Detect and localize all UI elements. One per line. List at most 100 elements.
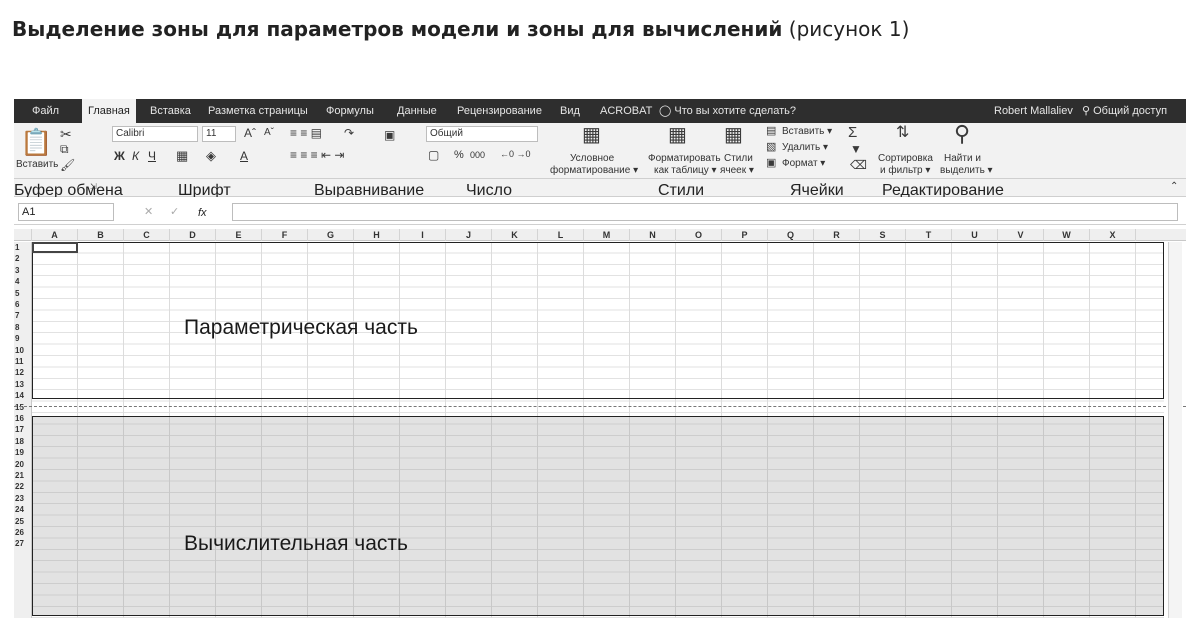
row-header[interactable]: 2 xyxy=(14,253,31,264)
column-header[interactable]: L xyxy=(538,229,584,241)
row-header[interactable]: 5 xyxy=(14,288,31,299)
tell-me-box[interactable]: ◯ Что вы хотите сделать? xyxy=(659,99,796,123)
font-shrink-icon[interactable]: Aˇ xyxy=(264,128,274,138)
row-header[interactable]: 9 xyxy=(14,333,31,344)
paste-button-label[interactable]: Вставить xyxy=(16,159,58,170)
font-size-select[interactable]: 11 xyxy=(202,126,236,142)
find-label-2[interactable]: выделить ▾ xyxy=(940,165,993,176)
format-painter-icon[interactable]: 🖌 xyxy=(60,159,75,171)
paste-icon[interactable]: 📋 xyxy=(20,129,52,155)
row-header[interactable]: 12 xyxy=(14,367,31,378)
row-header[interactable]: 14 xyxy=(14,390,31,401)
column-header[interactable]: V xyxy=(998,229,1044,241)
tab-acrobat[interactable]: ACROBAT xyxy=(600,99,652,123)
sort-label-1[interactable]: Сортировка xyxy=(878,153,933,164)
column-header[interactable]: K xyxy=(492,229,538,241)
row-header[interactable]: 6 xyxy=(14,299,31,310)
percent-button[interactable]: % xyxy=(454,149,464,161)
vertical-scrollbar[interactable] xyxy=(1168,242,1182,618)
column-header[interactable]: O xyxy=(676,229,722,241)
row-header[interactable]: 24 xyxy=(14,504,31,515)
row-header[interactable]: 4 xyxy=(14,276,31,287)
align-icon[interactable]: ≡ ≡ ▤ xyxy=(290,127,322,139)
cell-styles-icon[interactable]: ▦ xyxy=(724,125,743,145)
wrap-text-icon[interactable]: ↷ xyxy=(344,127,354,139)
column-header[interactable]: B xyxy=(78,229,124,241)
cond-format-icon[interactable]: ▦ xyxy=(582,125,601,145)
column-header[interactable]: T xyxy=(906,229,952,241)
autosum-icon[interactable]: Σ xyxy=(848,125,857,140)
insert-cells-button[interactable]: Вставить ▾ xyxy=(782,126,832,137)
font-grow-icon[interactable]: Aˆ xyxy=(244,127,256,139)
format-table-label-1[interactable]: Форматировать xyxy=(648,153,721,164)
collapse-ribbon-icon[interactable]: ⌃ xyxy=(1170,182,1178,192)
borders-icon[interactable]: ▦ xyxy=(176,149,188,162)
row-header[interactable]: 26 xyxy=(14,527,31,538)
column-header[interactable]: F xyxy=(262,229,308,241)
row-header[interactable]: 25 xyxy=(14,516,31,527)
find-icon[interactable]: ⚲ xyxy=(954,123,970,145)
user-name[interactable]: Robert Mallaliev xyxy=(994,99,1073,123)
column-header[interactable]: H xyxy=(354,229,400,241)
formula-input[interactable] xyxy=(232,203,1178,221)
cancel-icon[interactable]: ✕ xyxy=(144,207,153,218)
delete-cells-icon[interactable]: ▧ xyxy=(766,142,776,153)
cond-format-label-1[interactable]: Условное xyxy=(570,153,614,164)
column-header[interactable]: E xyxy=(216,229,262,241)
cell-styles-label-2[interactable]: ячеек ▾ xyxy=(720,165,754,176)
row-header[interactable]: 10 xyxy=(14,345,31,356)
row-header[interactable]: 13 xyxy=(14,379,31,390)
column-header[interactable]: P xyxy=(722,229,768,241)
format-table-icon[interactable]: ▦ xyxy=(668,125,687,145)
find-label-1[interactable]: Найти и xyxy=(944,153,981,164)
format-cells-button[interactable]: Формат ▾ xyxy=(782,158,825,169)
column-header[interactable]: W xyxy=(1044,229,1090,241)
bold-button[interactable]: Ж xyxy=(114,149,125,163)
cut-icon[interactable]: ✂ xyxy=(60,127,72,141)
row-header[interactable]: 17 xyxy=(14,424,31,435)
row-header[interactable]: 21 xyxy=(14,470,31,481)
tab-view[interactable]: Вид xyxy=(560,99,580,123)
row-header[interactable]: 22 xyxy=(14,481,31,492)
column-header[interactable]: D xyxy=(170,229,216,241)
column-header[interactable]: I xyxy=(400,229,446,241)
copy-icon[interactable]: ⧉ xyxy=(60,143,69,155)
row-header[interactable]: 27 xyxy=(14,538,31,549)
sort-label-2[interactable]: и фильтр ▾ xyxy=(880,165,930,176)
fill-icon[interactable]: ▼ xyxy=(850,143,862,155)
format-table-label-2[interactable]: как таблицу ▾ xyxy=(654,165,717,176)
column-header[interactable]: X xyxy=(1090,229,1136,241)
row-header[interactable]: 20 xyxy=(14,459,31,470)
insert-cells-icon[interactable]: ▤ xyxy=(766,126,776,137)
thousands-button[interactable]: 000 xyxy=(470,150,485,160)
tab-file[interactable]: Файл xyxy=(32,99,59,123)
column-header[interactable]: A xyxy=(32,229,78,241)
column-header[interactable]: Q xyxy=(768,229,814,241)
tab-data[interactable]: Данные xyxy=(397,99,437,123)
row-header[interactable]: 23 xyxy=(14,493,31,504)
cond-format-label-2[interactable]: форматирование ▾ xyxy=(550,165,638,176)
sort-filter-icon[interactable]: ⇅ xyxy=(896,125,909,141)
insert-function-button[interactable]: fx xyxy=(198,207,207,219)
merge-icon[interactable]: ▣ xyxy=(384,129,395,141)
currency-icon[interactable]: ▢ xyxy=(428,149,439,161)
decimal-icon[interactable]: ←0 →0 xyxy=(500,150,531,159)
align-center-icon[interactable]: ≡ ≡ ≡ ⇤ ⇥ xyxy=(290,149,344,161)
column-header[interactable]: M xyxy=(584,229,630,241)
tab-home[interactable]: Главная xyxy=(82,99,136,123)
dialog-launcher-icon[interactable]: ⇲ xyxy=(90,183,97,191)
column-header[interactable]: G xyxy=(308,229,354,241)
row-header[interactable]: 19 xyxy=(14,447,31,458)
column-header[interactable]: S xyxy=(860,229,906,241)
select-all-corner[interactable] xyxy=(14,229,32,241)
font-name-select[interactable]: Calibri xyxy=(112,126,198,142)
clear-icon[interactable]: ⌫ xyxy=(850,159,867,171)
underline-button[interactable]: Ч xyxy=(148,149,156,163)
column-header[interactable]: N xyxy=(630,229,676,241)
fill-color-icon[interactable]: ◈ xyxy=(206,149,216,162)
row-header[interactable]: 7 xyxy=(14,310,31,321)
row-header[interactable]: 18 xyxy=(14,436,31,447)
name-box[interactable]: A1 xyxy=(18,203,114,221)
enter-icon[interactable]: ✓ xyxy=(170,207,179,218)
tab-page-layout[interactable]: Разметка страницы xyxy=(208,99,308,123)
